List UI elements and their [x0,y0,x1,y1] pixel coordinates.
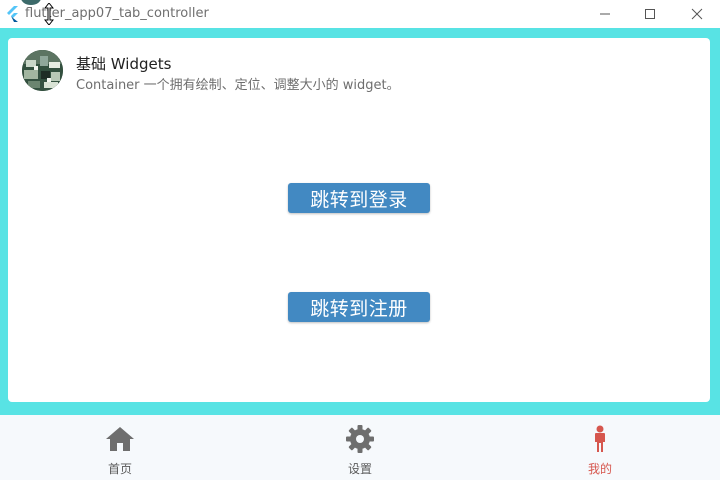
maximize-icon [645,9,655,19]
content-card: 基础 Widgets Container 一个拥有绘制、定位、调整大小的 wid… [8,38,710,402]
gear-icon [346,425,374,453]
nav-label-settings: 设置 [347,462,372,476]
page-body: 基础 Widgets Container 一个拥有绘制、定位、调整大小的 wid… [0,28,720,415]
tile-title: 基础 Widgets [76,55,172,73]
close-button[interactable] [674,0,720,28]
bottom-navigation-bar: 首页 设置 我的 [0,415,720,480]
home-icon [106,427,134,451]
nav-item-mine[interactable]: 我的 [480,415,720,480]
minimize-button[interactable] [582,0,628,28]
nav-item-home[interactable]: 首页 [0,415,240,480]
tile-subtitle: Container 一个拥有绘制、定位、调整大小的 widget。 [76,78,400,93]
nav-item-settings[interactable]: 设置 [240,415,480,480]
avatar-image [22,50,63,91]
person-icon [595,425,605,452]
resize-cursor-icon [44,3,54,25]
flutter-logo-icon [7,6,18,22]
go-to-login-button[interactable]: 跳转到登录 [288,183,430,213]
close-icon [691,8,703,20]
avatar [22,50,63,91]
go-to-register-button[interactable]: 跳转到注册 [288,292,430,322]
nav-label-mine: 我的 [587,462,612,476]
nav-label-home: 首页 [107,462,132,476]
list-tile[interactable]: 基础 Widgets Container 一个拥有绘制、定位、调整大小的 wid… [22,49,662,93]
window-titlebar[interactable]: flutter_app07_tab_controller [0,0,720,28]
minimize-icon [600,13,610,15]
avatar-peek [21,0,41,5]
maximize-button[interactable] [627,0,673,28]
